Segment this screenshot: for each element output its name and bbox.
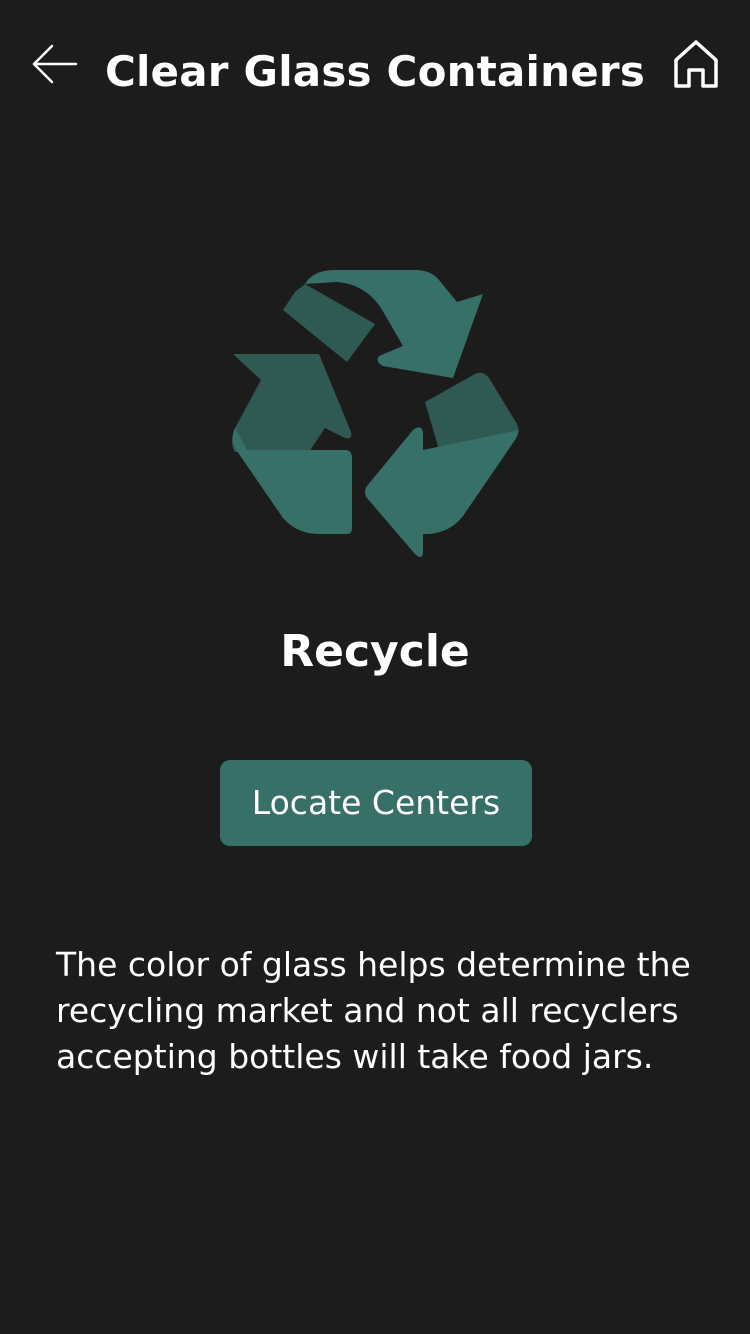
description-text: The color of glass helps determine the r… bbox=[56, 945, 691, 1076]
page-title: Clear Glass Containers bbox=[104, 47, 646, 96]
arrow-left-icon bbox=[32, 44, 78, 84]
home-button[interactable] bbox=[668, 36, 724, 92]
home-icon bbox=[674, 40, 718, 88]
disposal-category: Recycle bbox=[280, 626, 470, 677]
recycle-icon-container bbox=[225, 262, 525, 562]
locate-centers-button[interactable]: Locate Centers bbox=[220, 760, 532, 846]
app-header: Clear Glass Containers bbox=[0, 0, 750, 140]
back-button[interactable] bbox=[28, 40, 80, 88]
recycle-icon bbox=[232, 270, 519, 557]
